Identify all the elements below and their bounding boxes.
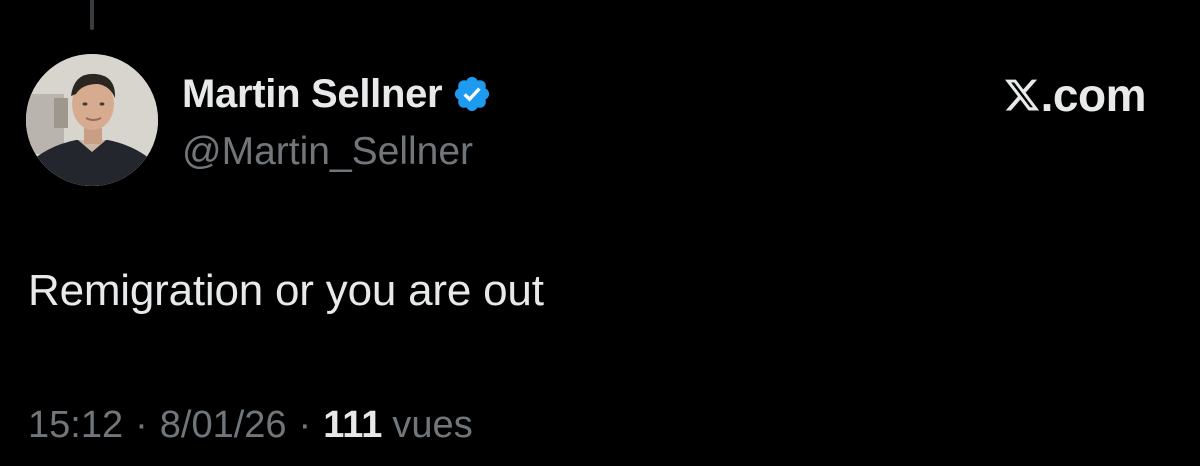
meta-separator: · <box>298 404 312 446</box>
x-logo-icon <box>1003 76 1041 114</box>
author-display-name[interactable]: Martin Sellner <box>182 72 443 117</box>
author-name-row: Martin Sellner <box>182 70 492 118</box>
views-label: vues <box>392 404 473 446</box>
author-handle[interactable]: @Martin_Sellner <box>182 130 492 174</box>
tweet-metadata: 15:12 · 8/01/26 · 111 vues <box>28 404 473 447</box>
tweet-date[interactable]: 8/01/26 <box>160 404 287 447</box>
meta-separator: · <box>135 404 148 446</box>
verified-badge-icon[interactable] <box>452 74 492 114</box>
thread-connector-line <box>90 0 94 30</box>
avatar[interactable] <box>26 54 158 186</box>
tweet-author-header: Martin Sellner @Martin_Sellner <box>182 70 492 174</box>
tweet-text: Remigration or you are out <box>28 266 544 315</box>
views-count[interactable]: 111 <box>323 404 382 447</box>
x-brand-logo: .com <box>1003 69 1147 121</box>
brand-domain-text: .com <box>1040 69 1147 121</box>
tweet-time[interactable]: 15:12 <box>28 404 123 447</box>
